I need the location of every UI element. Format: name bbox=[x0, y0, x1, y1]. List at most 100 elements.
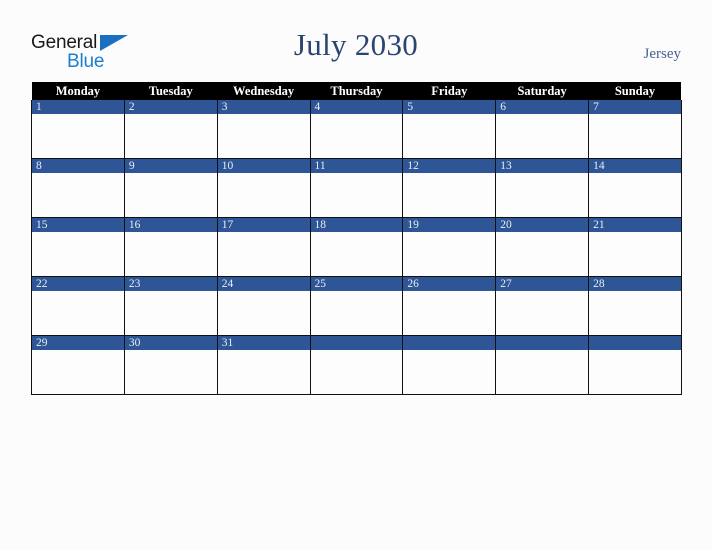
day-cell[interactable]: 7 bbox=[588, 100, 682, 159]
day-cell[interactable]: 23 bbox=[123, 276, 218, 336]
day-number: 15 bbox=[32, 218, 124, 232]
day-cell[interactable]: 18 bbox=[309, 217, 404, 277]
day-content-area[interactable] bbox=[32, 173, 124, 217]
day-content-area[interactable] bbox=[403, 291, 496, 335]
day-cell[interactable]: 20 bbox=[495, 217, 590, 277]
day-cell[interactable]: 9 bbox=[123, 158, 218, 218]
day-number: 16 bbox=[124, 218, 217, 232]
day-cell[interactable]: 3 bbox=[216, 100, 311, 159]
day-content-area[interactable] bbox=[124, 291, 217, 335]
calendar-week-row: 1 2 3 4 5 6 7 bbox=[31, 100, 682, 159]
calendar-page: General Blue July 2030 Jersey Monday Tue… bbox=[0, 0, 712, 550]
day-content-area[interactable] bbox=[124, 232, 217, 276]
day-content-area[interactable] bbox=[496, 350, 589, 394]
day-content-area[interactable] bbox=[217, 291, 310, 335]
region-label: Jersey bbox=[643, 46, 682, 62]
day-cell[interactable]: 19 bbox=[402, 217, 497, 277]
day-content-area[interactable] bbox=[124, 350, 217, 394]
weekday-header-tuesday: Tuesday bbox=[124, 82, 218, 100]
day-content-area[interactable] bbox=[589, 114, 681, 158]
day-content-area[interactable] bbox=[310, 291, 403, 335]
day-number: 12 bbox=[403, 159, 496, 173]
day-cell[interactable]: 21 bbox=[588, 217, 682, 277]
day-content-area[interactable] bbox=[310, 350, 403, 394]
day-cell[interactable]: 5 bbox=[402, 100, 497, 159]
day-cell[interactable]: 6 bbox=[495, 100, 590, 159]
day-content-area[interactable] bbox=[124, 173, 217, 217]
day-content-area[interactable] bbox=[403, 114, 496, 158]
day-number: 14 bbox=[589, 159, 681, 173]
day-cell[interactable]: 11 bbox=[309, 158, 404, 218]
day-cell[interactable]: 16 bbox=[123, 217, 218, 277]
day-content-area[interactable] bbox=[217, 350, 310, 394]
weekday-header-sunday: Sunday bbox=[588, 82, 682, 100]
day-cell[interactable]: 15 bbox=[31, 217, 125, 277]
weekday-header-wednesday: Wednesday bbox=[217, 82, 311, 100]
day-cell[interactable]: 4 bbox=[309, 100, 404, 159]
weekday-header-saturday: Saturday bbox=[495, 82, 589, 100]
day-number: 18 bbox=[310, 218, 403, 232]
day-content-area[interactable] bbox=[32, 291, 124, 335]
day-content-area[interactable] bbox=[124, 114, 217, 158]
day-content-area[interactable] bbox=[403, 350, 496, 394]
day-cell[interactable]: 1 bbox=[31, 100, 125, 159]
day-cell[interactable]: 29 bbox=[31, 335, 125, 395]
day-content-area[interactable] bbox=[496, 173, 589, 217]
weekday-header-thursday: Thursday bbox=[310, 82, 403, 100]
day-cell[interactable]: 25 bbox=[309, 276, 404, 336]
day-content-area[interactable] bbox=[403, 232, 496, 276]
day-cell[interactable]: 28 bbox=[588, 276, 682, 336]
day-number: 21 bbox=[589, 218, 681, 232]
day-content-area[interactable] bbox=[310, 232, 403, 276]
day-content-area[interactable] bbox=[310, 114, 403, 158]
day-cell[interactable]: 13 bbox=[495, 158, 590, 218]
day-number: 1 bbox=[32, 100, 124, 114]
day-content-area[interactable] bbox=[32, 350, 124, 394]
day-cell[interactable]: 14 bbox=[588, 158, 682, 218]
day-number: 22 bbox=[32, 277, 124, 291]
day-number: 6 bbox=[496, 100, 589, 114]
day-cell[interactable]: 31 bbox=[216, 335, 311, 395]
day-content-area[interactable] bbox=[217, 114, 310, 158]
day-cell[interactable]: 17 bbox=[216, 217, 311, 277]
day-cell[interactable]: 12 bbox=[402, 158, 497, 218]
day-content-area[interactable] bbox=[589, 291, 681, 335]
day-content-area[interactable] bbox=[310, 173, 403, 217]
day-cell[interactable]: 8 bbox=[31, 158, 125, 218]
day-content-area[interactable] bbox=[589, 350, 681, 394]
day-number: 31 bbox=[217, 336, 310, 350]
day-content-area[interactable] bbox=[496, 291, 589, 335]
day-content-area[interactable] bbox=[496, 232, 589, 276]
day-cell[interactable]: 10 bbox=[216, 158, 311, 218]
day-cell[interactable] bbox=[495, 335, 590, 395]
day-content-area[interactable] bbox=[589, 173, 681, 217]
day-cell[interactable]: 30 bbox=[123, 335, 218, 395]
day-cell[interactable]: 27 bbox=[495, 276, 590, 336]
day-content-area[interactable] bbox=[403, 173, 496, 217]
day-cell[interactable] bbox=[309, 335, 404, 395]
calendar-week-row: 29 30 31 bbox=[31, 335, 682, 395]
day-cell[interactable]: 24 bbox=[216, 276, 311, 336]
day-content-area[interactable] bbox=[32, 232, 124, 276]
day-number-empty bbox=[403, 336, 496, 350]
day-cell[interactable]: 22 bbox=[31, 276, 125, 336]
day-number: 23 bbox=[124, 277, 217, 291]
day-cell[interactable] bbox=[588, 335, 682, 395]
day-number-empty bbox=[310, 336, 403, 350]
weekday-header-friday: Friday bbox=[402, 82, 496, 100]
day-cell[interactable] bbox=[402, 335, 497, 395]
day-content-area[interactable] bbox=[32, 114, 124, 158]
day-number: 13 bbox=[496, 159, 589, 173]
day-number: 26 bbox=[403, 277, 496, 291]
day-number-empty bbox=[589, 336, 681, 350]
day-cell[interactable]: 26 bbox=[402, 276, 497, 336]
day-number: 20 bbox=[496, 218, 589, 232]
day-content-area[interactable] bbox=[589, 232, 681, 276]
day-content-area[interactable] bbox=[217, 232, 310, 276]
day-content-area[interactable] bbox=[496, 114, 589, 158]
page-header: General Blue July 2030 Jersey bbox=[0, 0, 712, 78]
day-number: 4 bbox=[310, 100, 403, 114]
day-content-area[interactable] bbox=[217, 173, 310, 217]
day-cell[interactable]: 2 bbox=[123, 100, 218, 159]
day-number: 2 bbox=[124, 100, 217, 114]
